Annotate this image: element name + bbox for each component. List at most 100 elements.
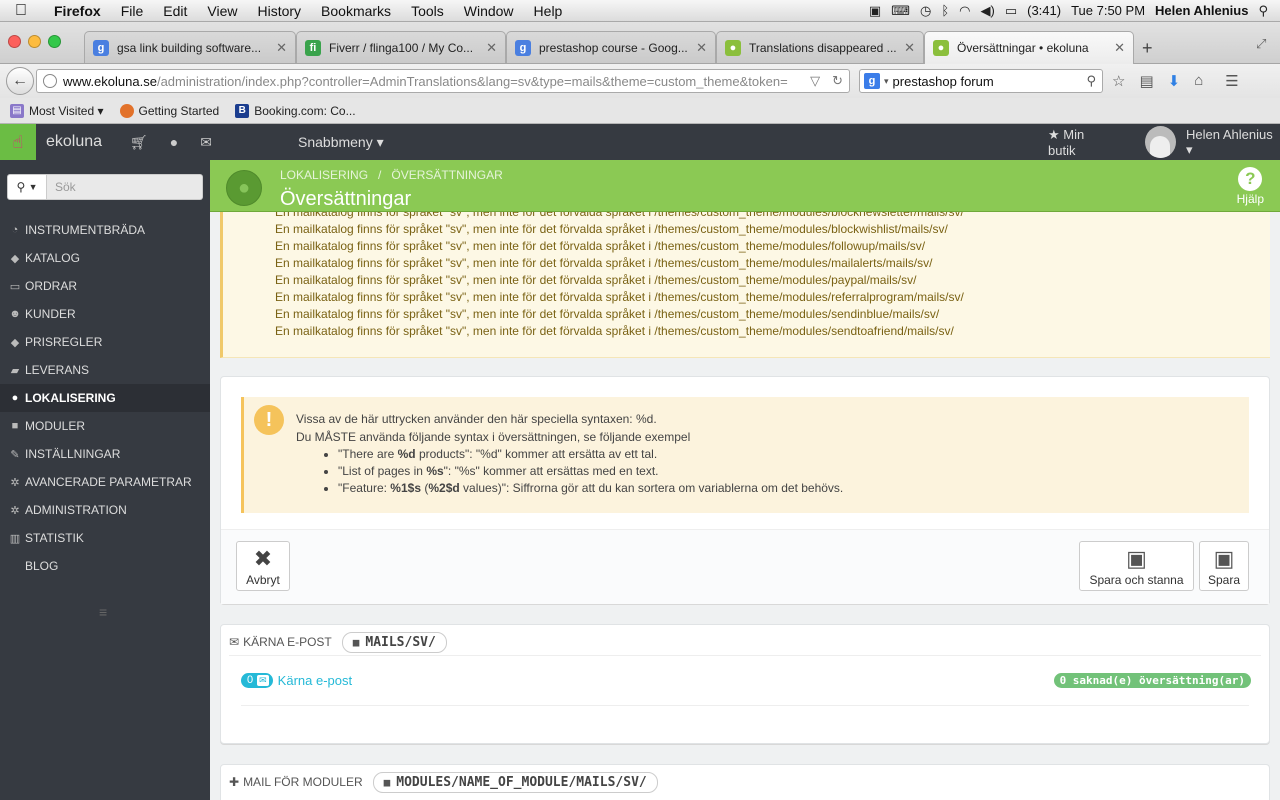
home-icon[interactable]: ⌂ [1194, 72, 1203, 90]
browser-tab[interactable]: ● Translations disappeared ... ✕ [716, 31, 924, 63]
sidebar-item[interactable]: ▰ Leverans [0, 356, 210, 384]
sidebar-item[interactable]: ◆ Prisregler [0, 328, 210, 356]
core-mail-link[interactable]: Kärna e-post [278, 673, 352, 688]
menu-file[interactable]: File [111, 3, 154, 19]
close-tab-icon[interactable]: ✕ [276, 40, 287, 56]
help-button[interactable]: ? Hjälp [1237, 167, 1264, 206]
hamburger-menu-icon[interactable]: ☰ [1225, 72, 1238, 90]
browser-tab[interactable]: g gsa link building software... ✕ [84, 31, 296, 63]
user-icon[interactable]: ● [170, 134, 178, 151]
sidebar-item[interactable]: ● Lokalisering [0, 384, 210, 412]
bookmark-booking[interactable]: B Booking.com: Co... [235, 103, 356, 118]
minimize-window-icon[interactable] [28, 35, 41, 48]
tab-strip: g gsa link building software... ✕ fi Fiv… [0, 22, 1280, 64]
sidebar-item[interactable]: ◔ Instrumentbräda [0, 216, 210, 244]
url-bar[interactable]: www.ekoluna.se /administration/index.php… [36, 69, 850, 93]
new-tab-icon[interactable]: + [1142, 38, 1153, 59]
sidebar-item[interactable]: ☻ Kunder [0, 300, 210, 328]
url-host: www.ekoluna.se [63, 73, 157, 89]
zoom-window-icon[interactable] [48, 35, 61, 48]
fullscreen-icon[interactable]: ⤢ [1256, 36, 1266, 52]
search-icon[interactable]: ⚲ [1080, 73, 1102, 89]
menu-history[interactable]: History [247, 3, 311, 19]
close-tab-icon[interactable]: ✕ [1114, 40, 1125, 56]
search-type-dropdown[interactable]: ⚲ ▼ [7, 174, 47, 200]
battery-icon[interactable]: ▭ [1005, 3, 1017, 19]
breadcrumb-item[interactable]: Lokalisering [280, 168, 368, 182]
sidebar-item[interactable]: ◆ Katalog [0, 244, 210, 272]
menu-window[interactable]: Window [454, 3, 524, 19]
warning-line: En mailkatalog finns för språket "sv", m… [275, 256, 933, 270]
bookmark-most-visited[interactable]: ▤ Most Visited ▾ [10, 103, 104, 118]
search-bar[interactable]: g ▾ prestashop forum ⚲ [859, 69, 1103, 93]
fiverr-icon: fi [305, 39, 321, 56]
close-window-icon[interactable] [8, 35, 21, 48]
menu-bookmarks[interactable]: Bookmarks [311, 3, 401, 19]
browser-tab[interactable]: fi Fiverr / flinga100 / My Co... ✕ [296, 31, 506, 63]
cart-icon[interactable]: 🛒︎ [130, 134, 148, 151]
time-machine-icon[interactable]: ◷ [920, 3, 931, 19]
menu-edit[interactable]: Edit [153, 3, 197, 19]
close-tab-icon[interactable]: ✕ [696, 40, 707, 56]
back-icon[interactable]: ← [6, 67, 34, 95]
reload-icon[interactable]: ↻ [826, 73, 849, 89]
avatar[interactable] [1144, 126, 1176, 158]
close-tab-icon[interactable]: ✕ [486, 40, 497, 56]
menu-tools[interactable]: Tools [401, 3, 454, 19]
sidebar-item[interactable]: ✲ Administration [0, 496, 210, 524]
shop-name[interactable]: ekoluna [46, 133, 120, 151]
download-icon[interactable]: ⬇ [1168, 72, 1181, 90]
collapse-menu-icon[interactable]: ≡ [99, 604, 107, 620]
volume-icon[interactable]: ◀) [980, 3, 994, 19]
menu-firefox[interactable]: Firefox [42, 3, 111, 19]
browser-tab-active[interactable]: ● Översättningar • ekoluna ✕ [924, 31, 1134, 64]
screen-share-icon[interactable]: ▣ [869, 3, 881, 19]
site-identity-icon[interactable] [43, 74, 57, 88]
sidebar-item[interactable]: ▭ Ordrar [0, 272, 210, 300]
my-shop-link[interactable]: ★ Min butik [1048, 127, 1113, 158]
sidebar-item[interactable]: ■ Moduler [0, 412, 210, 440]
bookmark-star-icon[interactable]: ☆ [1112, 72, 1125, 90]
clock[interactable]: Tue 7:50 PM [1071, 3, 1145, 18]
search-input[interactable]: prestashop forum [889, 74, 1081, 89]
bookmark-label: Booking.com: Co... [254, 103, 356, 118]
keyboard-icon[interactable]: ⌨ [891, 3, 910, 19]
sidebar-item[interactable]: Blog [0, 552, 210, 580]
tab-title: Översättningar • ekoluna [957, 41, 1089, 55]
browser-tab[interactable]: g prestashop course - Goog... ✕ [506, 31, 716, 63]
cancel-button[interactable]: ✖ Avbryt [236, 541, 290, 591]
bluetooth-icon[interactable]: ᛒ [941, 3, 949, 18]
breadcrumb-item[interactable]: Översättningar [391, 168, 502, 182]
text: "Feature: [338, 481, 391, 495]
path-text: MODULES/NAME_OF_MODULE/MAILS/SV/ [396, 774, 647, 790]
save-and-stay-button[interactable]: ▣ Spara och stanna [1079, 541, 1194, 591]
save-stay-label: Spara och stanna [1089, 573, 1184, 587]
url-dropdown-icon[interactable]: ▽ [804, 73, 826, 89]
quick-menu[interactable]: Snabbmeny ▾ [298, 134, 384, 151]
employee-menu[interactable]: Helen Ahlenius ▾ [1186, 127, 1280, 158]
panel-heading-title: Mail för moduler [243, 775, 363, 789]
sidebar-item[interactable]: ▥ Statistik [0, 524, 210, 552]
google-search-icon[interactable]: g [864, 73, 880, 89]
mail-count-badge[interactable]: 0 ✉ [241, 672, 273, 688]
users-icon: ☻ [9, 308, 21, 320]
close-tab-icon[interactable]: ✕ [904, 40, 915, 56]
wifi-icon[interactable]: ◠ [959, 3, 970, 19]
spotlight-icon[interactable]: ⚲ [1258, 3, 1268, 19]
bookmark-getting-started[interactable]: Getting Started [119, 103, 219, 118]
close-icon: ✖ [253, 546, 273, 571]
battery-time[interactable]: (3:41) [1027, 3, 1061, 18]
apple-icon[interactable]:  [0, 2, 42, 20]
prestashop-logo-icon[interactable]: ☝ [0, 124, 36, 160]
reader-icon[interactable]: ▤ [1139, 72, 1153, 90]
page-title: Översättningar [280, 188, 412, 210]
envelope-icon[interactable]: ✉ [200, 134, 212, 151]
user-menu[interactable]: Helen Ahlenius [1155, 3, 1248, 18]
breadcrumb: Lokalisering / Översättningar [280, 168, 503, 182]
menu-view[interactable]: View [197, 3, 247, 19]
menu-help[interactable]: Help [524, 3, 573, 19]
sidebar-search-input[interactable]: Sök [47, 174, 203, 200]
save-button[interactable]: ▣ Spara [1199, 541, 1249, 591]
sidebar-item[interactable]: ✲ Avancerade parametrar [0, 468, 210, 496]
sidebar-item[interactable]: ✎ Inställningar [0, 440, 210, 468]
